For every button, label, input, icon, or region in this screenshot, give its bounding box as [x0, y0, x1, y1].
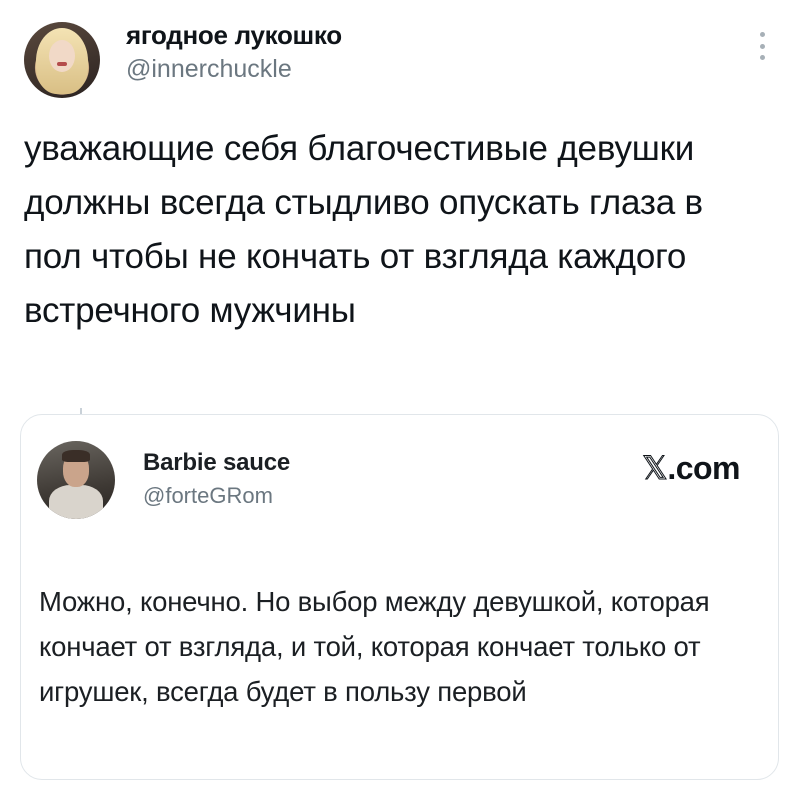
x-com-logo: 𝕏.com	[642, 449, 741, 488]
quoted-author-avatar[interactable]	[37, 441, 115, 519]
quoted-tweet-text: Можно, конечно. Но выбор между девушкой,…	[39, 586, 710, 707]
dot	[759, 43, 765, 49]
author-handle[interactable]: @innerchuckle	[126, 55, 292, 84]
quoted-tweet-card[interactable]: Barbie sauce @forteGRom 𝕏.com Можно, кон…	[20, 414, 779, 780]
avatar-body	[49, 485, 103, 519]
quoted-author-display-name[interactable]: Barbie sauce	[143, 449, 290, 477]
author-display-name[interactable]: ягодное лукошко	[126, 20, 342, 51]
tweet-header: ягодное лукошко @innerchuckle	[0, 0, 800, 110]
tweet-text: уважающие себя благочестивые девушки дол…	[24, 129, 703, 330]
x-logo-icon: 𝕏	[642, 449, 669, 488]
more-options-icon[interactable]	[752, 26, 772, 66]
avatar-lips	[57, 62, 67, 66]
avatar-hair	[62, 450, 90, 462]
author-avatar[interactable]	[24, 22, 100, 98]
avatar-face	[49, 40, 75, 72]
quoted-author-handle[interactable]: @forteGRom	[143, 483, 273, 509]
dot	[759, 32, 765, 37]
dot	[759, 55, 765, 60]
x-domain-text: .com	[667, 450, 740, 486]
